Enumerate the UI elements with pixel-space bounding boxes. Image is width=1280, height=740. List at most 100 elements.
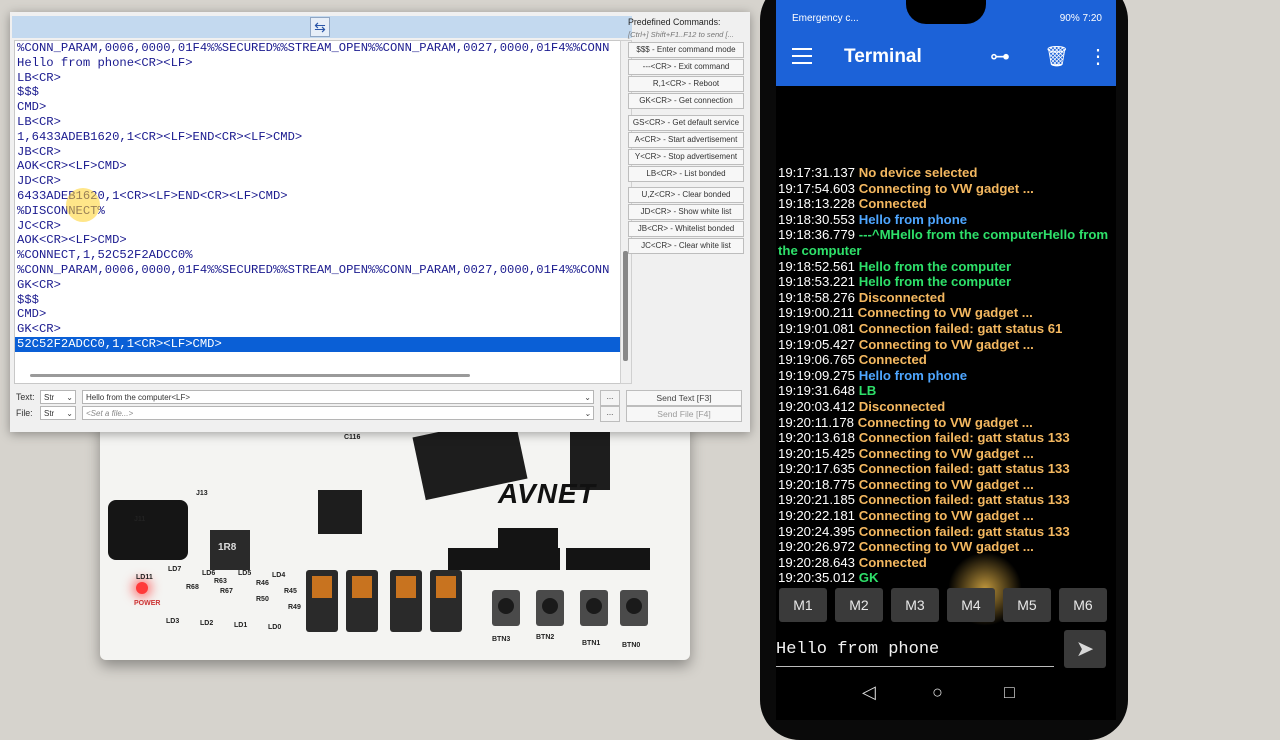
silk-label: R45 [284, 588, 297, 595]
log-line[interactable]: GK<CR> [15, 278, 621, 293]
log-horizontal-scrollbar[interactable] [30, 374, 470, 377]
log-line[interactable]: JB<CR> [15, 145, 621, 160]
log-line[interactable]: %DISCONNECT% [15, 204, 621, 219]
log-message: Connected [858, 196, 927, 212]
cmd-stop-advertisement[interactable]: Y<CR> - Stop advertisement [628, 149, 744, 165]
macro-button-m6[interactable]: M6 [1059, 588, 1107, 622]
file-mode-select[interactable]: Str ⌄ [40, 406, 76, 420]
slide-switch [430, 570, 462, 632]
log-timestamp: 19:20:22.181 [778, 508, 856, 524]
home-icon[interactable]: ○ [932, 682, 943, 703]
log-timestamp: 19:20:13.618 [778, 430, 856, 446]
cmd-get-connection[interactable]: GK<CR> - Get connection [628, 93, 744, 109]
log-line[interactable]: %CONN_PARAM,0006,0000,01F4%%SECURED%%STR… [15, 263, 621, 278]
scroll-thumb[interactable] [623, 251, 628, 361]
silk-label: LD3 [166, 618, 180, 625]
silk-label: 1R8 [218, 542, 237, 553]
macro-button-m5[interactable]: M5 [1003, 588, 1051, 622]
log-timestamp: 19:20:26.972 [778, 539, 856, 555]
cmd-exit-command[interactable]: ---<CR> - Exit command [628, 59, 744, 75]
log-line[interactable]: %CONNECT,1,52C52F2ADCC0% [15, 248, 621, 263]
log-timestamp: 19:17:54.603 [778, 180, 856, 196]
swap-icon[interactable]: ⇆ [310, 17, 330, 37]
log-entry: 19:18:52.561 Hello from the computer [778, 259, 1114, 275]
cmd-clear-bonded[interactable]: U,Z<CR> - Clear bonded [628, 187, 744, 203]
push-button [536, 590, 564, 626]
log-line[interactable]: %CONN_PARAM,0006,0000,01F4%%SECURED%%STR… [15, 41, 621, 56]
log-message: Connected [858, 352, 927, 368]
log-line[interactable]: CMD> [15, 307, 621, 322]
cmd-list-bonded[interactable]: LB<CR> - List bonded [628, 166, 744, 182]
log-timestamp: 19:20:11.178 [778, 414, 855, 430]
log-line[interactable]: JD<CR> [15, 174, 621, 189]
log-line[interactable]: AOK<CR><LF>CMD> [15, 159, 621, 174]
log-line[interactable]: 1,6433ADEB1620,1<CR><LF>END<CR><LF>CMD> [15, 130, 621, 145]
file-path-input[interactable]: <Set a file...> ⌄ [82, 406, 594, 420]
silk-label: R63 [214, 578, 227, 585]
log-entry: 19:20:17.635 Connection failed: gatt sta… [778, 461, 1114, 477]
log-timestamp: 19:18:13.228 [778, 196, 856, 212]
send-icon[interactable]: ➤ [1064, 630, 1106, 668]
silk-label: R50 [256, 596, 269, 603]
receive-log[interactable]: %CONN_PARAM,0006,0000,01F4%%SECURED%%STR… [14, 40, 622, 384]
predefined-commands-panel: Predefined Commands: [Ctrl+] Shift+F1..F… [626, 12, 750, 262]
silk-label: LD4 [272, 572, 286, 579]
log-entry: 19:19:01.081 Connection failed: gatt sta… [778, 321, 1114, 337]
log-message: Connection failed: gatt status 133 [858, 461, 1070, 477]
log-line-selected[interactable]: 52C52F2ADCC0,1,1<CR><LF>CMD> [15, 336, 621, 352]
more-vert-icon[interactable]: ⋮ [1088, 44, 1108, 69]
silk-label: LD7 [168, 566, 182, 573]
log-line[interactable]: JC<CR> [15, 219, 621, 234]
cmd-enter-command-mode[interactable]: $$$ - Enter command mode [628, 42, 744, 58]
back-icon[interactable]: ◁ [862, 682, 876, 703]
macro-button-m2[interactable]: M2 [835, 588, 883, 622]
terminal-window: ⇆ %CONN_PARAM,0006,0000,01F4%%SECURED%%S… [10, 12, 750, 432]
cmd-show-white-list[interactable]: JD<CR> - Show white list [628, 204, 744, 220]
log-message: Connected [858, 554, 927, 570]
silk-label: C116 [344, 434, 361, 441]
log-timestamp: 19:19:31.648 [778, 383, 856, 399]
macro-button-m1[interactable]: M1 [779, 588, 827, 622]
log-timestamp: 19:20:24.395 [778, 523, 856, 539]
text-browse-button[interactable]: ... [600, 390, 620, 406]
trash-icon[interactable]: 🗑 [1044, 44, 1069, 69]
cmd-get-default-service[interactable]: GS<CR> - Get default service [628, 115, 744, 131]
cmd-whitelist-bonded[interactable]: JB<CR> - Whitelist bonded [628, 221, 744, 237]
silk-label: LD6 [202, 570, 216, 577]
log-line[interactable]: $$$ [15, 85, 621, 100]
log-message: Connecting to VW gadget ... [858, 180, 1034, 196]
phone-message-input[interactable]: Hello from phone [776, 636, 1054, 667]
log-line[interactable]: 6433ADEB1620,1<CR><LF>END<CR><LF>CMD> [15, 189, 621, 204]
log-line[interactable]: LB<CR> [15, 71, 621, 86]
log-line[interactable]: $$$ [15, 293, 621, 308]
log-line[interactable]: CMD> [15, 100, 621, 115]
log-timestamp: 19:20:35.012 [778, 570, 856, 586]
macro-button-m4[interactable]: M4 [947, 588, 995, 622]
text-mode-select[interactable]: Str ⌄ [40, 390, 76, 404]
send-text-input[interactable]: Hello from the computer<LF> ⌄ [82, 390, 594, 404]
log-entry: 19:18:36.779 ---^MHello from the compute… [778, 227, 1114, 258]
cmd-reboot[interactable]: R,1<CR> - Reboot [628, 76, 744, 92]
silk-label: R67 [220, 588, 233, 595]
log-timestamp: 19:20:21.185 [778, 492, 856, 508]
log-line[interactable]: Hello from phone<CR><LF> [15, 56, 621, 71]
send-text-button[interactable]: Send Text [F3] [626, 390, 742, 406]
log-line[interactable]: LB<CR> [15, 115, 621, 130]
log-timestamp: 19:20:28.643 [778, 554, 856, 570]
file-label: File: [16, 408, 33, 418]
slide-switch [306, 570, 338, 632]
send-file-button[interactable]: Send File [F4] [626, 406, 742, 422]
menu-icon[interactable] [792, 48, 812, 64]
log-message: Hello from the computer [858, 258, 1012, 274]
log-line[interactable]: AOK<CR><LF>CMD> [15, 233, 621, 248]
macro-button-m3[interactable]: M3 [891, 588, 939, 622]
cmd-clear-white-list[interactable]: JC<CR> - Clear white list [628, 238, 744, 254]
log-line[interactable]: GK<CR> [15, 322, 621, 337]
cmd-start-advertisement[interactable]: A<CR> - Start advertisement [628, 132, 744, 148]
recents-icon[interactable]: □ [1004, 682, 1015, 703]
connect-plug-icon[interactable]: ⊶ [990, 44, 1010, 69]
log-entry: 19:17:54.603 Connecting to VW gadget ... [778, 181, 1114, 197]
file-browse-button[interactable]: ... [600, 406, 620, 422]
phone-terminal-log[interactable]: 19:17:31.137 No device selected 19:17:54.… [778, 165, 1114, 586]
log-entry: 19:19:00.211 Connecting to VW gadget ... [778, 305, 1114, 321]
